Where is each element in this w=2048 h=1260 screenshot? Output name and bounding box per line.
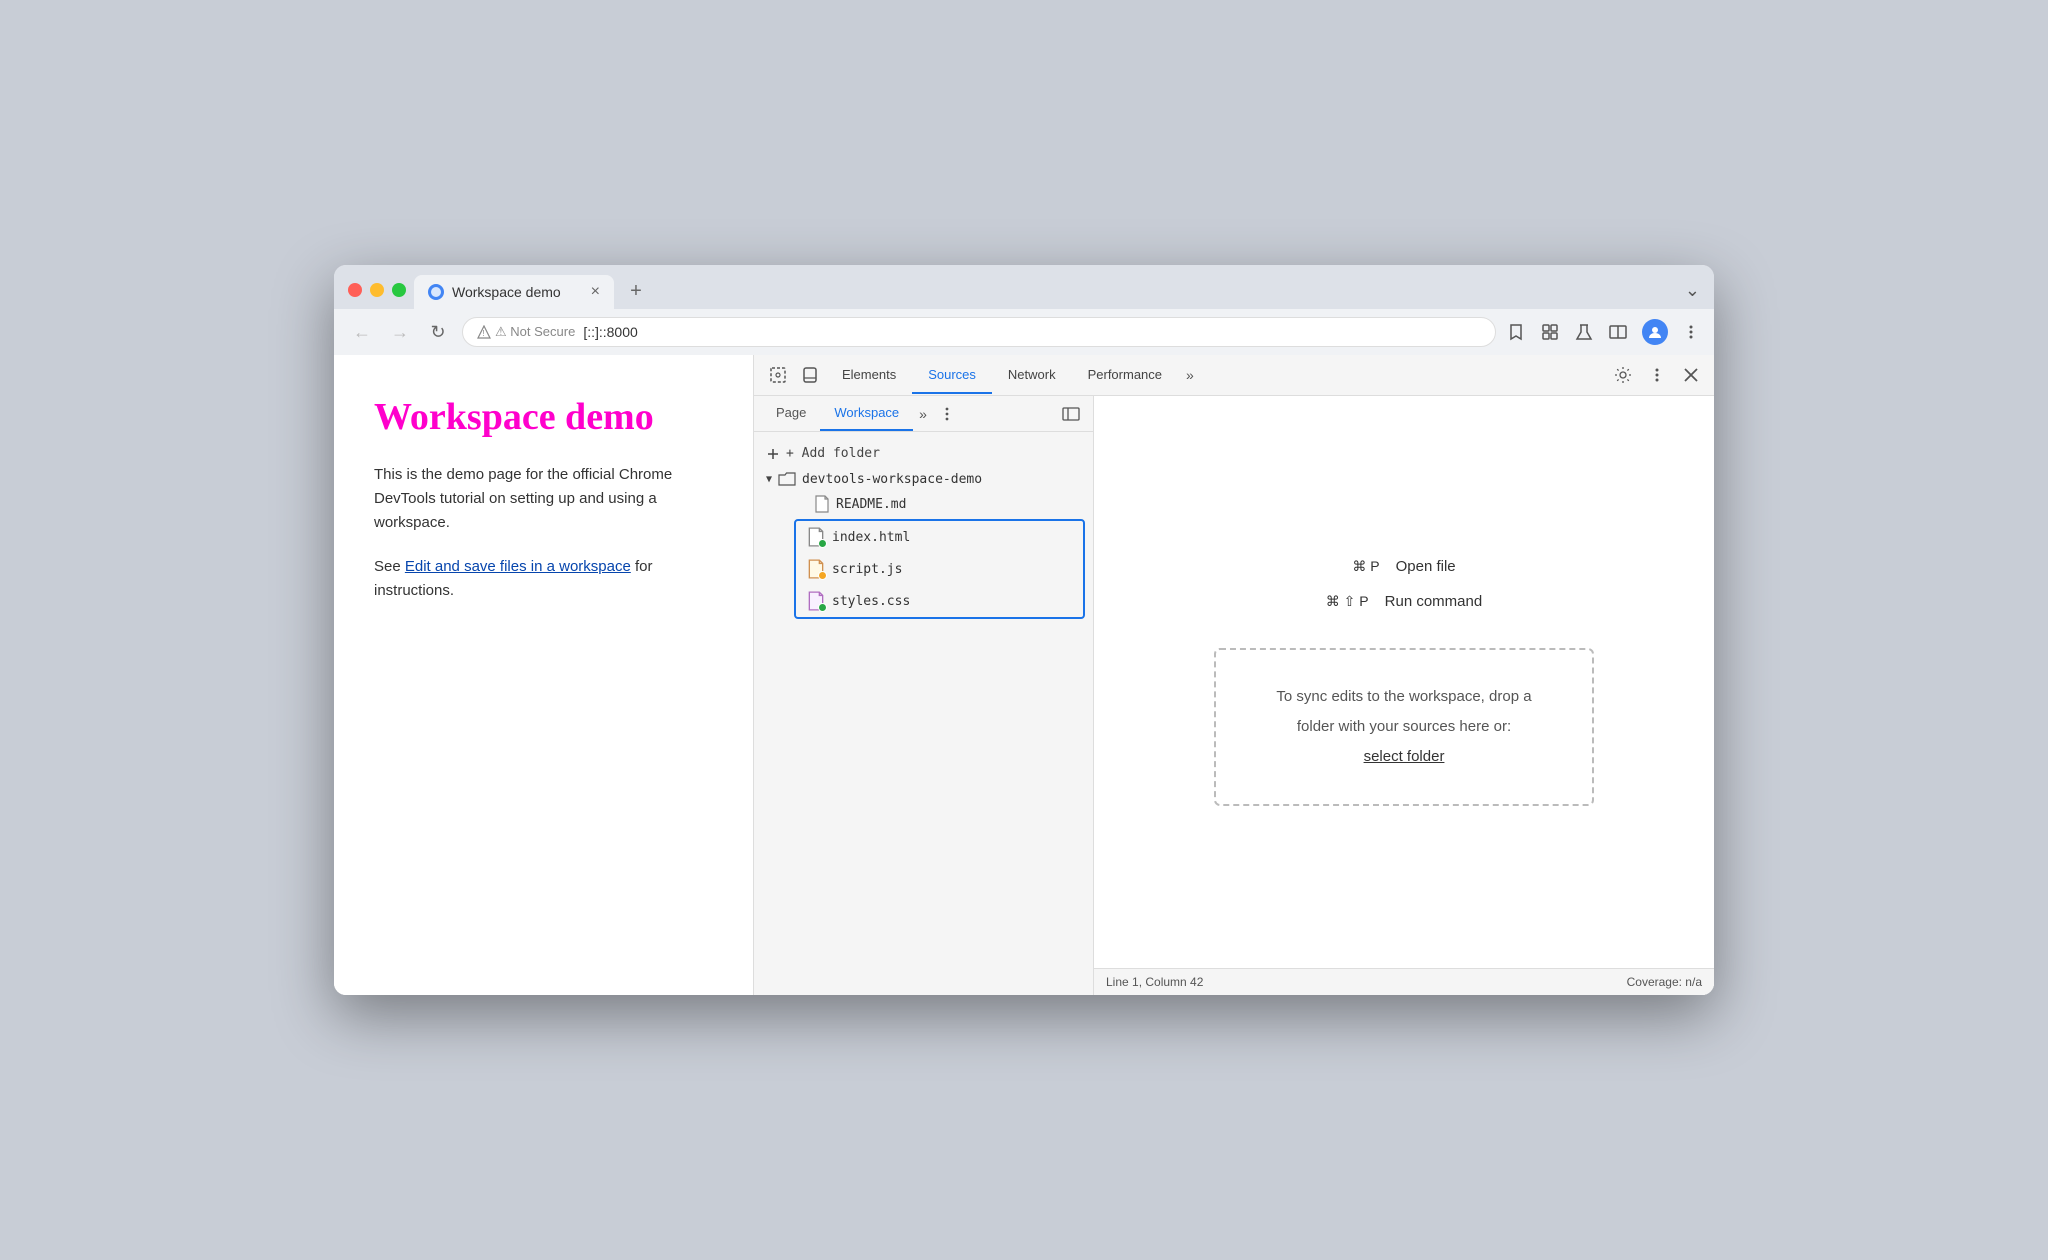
file-readme-name: README.md: [836, 497, 906, 512]
shortcut-open-label: Open file: [1396, 558, 1456, 575]
webpage-content: Workspace demo This is the demo page for…: [334, 355, 754, 995]
inspect-element-icon[interactable]: [762, 355, 794, 395]
sources-statusbar: Line 1, Column 42 Coverage: n/a: [1094, 968, 1714, 995]
sources-right-panel: ⌘ P Open file ⌘ ⇧ P Run command To sync …: [1094, 396, 1714, 995]
forward-button[interactable]: →: [386, 318, 414, 346]
tab-favicon: [428, 284, 444, 300]
devtools-tabs: Elements Sources Network Performance »: [754, 355, 1714, 396]
split-screen-icon[interactable]: [1608, 322, 1628, 342]
maximize-traffic-light[interactable]: [392, 283, 406, 297]
tab-performance[interactable]: Performance: [1072, 357, 1178, 394]
shortcut-run-command: ⌘ ⇧ P Run command: [1326, 593, 1482, 610]
devtools-panel: Elements Sources Network Performance »: [754, 355, 1714, 995]
device-toolbar-icon[interactable]: [794, 355, 826, 395]
back-button[interactable]: ←: [348, 318, 376, 346]
add-folder-button[interactable]: + Add folder: [754, 440, 1093, 467]
title-bar: Workspace demo × + ⌄: [334, 265, 1714, 309]
statusbar-position: Line 1, Column 42: [1106, 975, 1203, 989]
shortcut-open-keys: ⌘ P: [1352, 558, 1379, 575]
subtab-page[interactable]: Page: [762, 396, 820, 431]
shortcut-open-file: ⌘ P Open file: [1352, 558, 1455, 575]
file-index-html[interactable]: index.html: [796, 521, 1083, 553]
folder-chevron: ▼: [766, 474, 772, 485]
file-readme-icon: [814, 495, 830, 513]
page-see-also: See Edit and save files in a workspace f…: [374, 555, 713, 603]
file-js-icon: [806, 558, 826, 580]
close-traffic-light[interactable]: [348, 283, 362, 297]
file-html-name: index.html: [832, 530, 910, 545]
sources-panel-right: [1057, 400, 1085, 428]
select-folder-link[interactable]: select folder: [1364, 748, 1445, 765]
reload-button[interactable]: ↻: [424, 318, 452, 346]
url-text: [::]::8000: [583, 324, 637, 340]
drop-zone[interactable]: To sync edits to the workspace, drop a f…: [1214, 648, 1594, 806]
add-folder-label: + Add folder: [786, 446, 880, 461]
sources-collapse-icon[interactable]: [1057, 400, 1085, 428]
folder-icon: [778, 471, 796, 487]
tab-title: Workspace demo: [452, 284, 561, 300]
sources-more-options[interactable]: [933, 400, 961, 428]
drop-zone-text: To sync edits to the workspace, drop a f…: [1276, 688, 1531, 735]
file-html-icon: [806, 526, 826, 548]
file-js-name: script.js: [832, 562, 902, 577]
devtools-header-right: [1608, 360, 1706, 390]
sources-subtabs: Page Workspace »: [754, 396, 1093, 432]
tab-sources[interactable]: Sources: [912, 357, 992, 394]
file-readme[interactable]: README.md: [754, 491, 1093, 517]
toolbar: ← → ↻ ! ⚠ Not Secure [::]::8000: [334, 309, 1714, 355]
statusbar-coverage: Coverage: n/a: [1627, 975, 1702, 989]
devtools-settings-icon[interactable]: [1608, 360, 1638, 390]
tabs-more-button[interactable]: »: [1178, 357, 1202, 393]
sources-tree: + Add folder ▼ devtools-workspace-demo R…: [754, 432, 1093, 629]
sources-panel: Page Workspace »: [754, 396, 1094, 995]
address-bar[interactable]: ! ⚠ Not Secure [::]::8000: [462, 317, 1496, 347]
browser-window: Workspace demo × + ⌄ ← → ↻ ! ⚠ Not Secur…: [334, 265, 1714, 995]
page-body: This is the demo page for the official C…: [374, 463, 713, 535]
file-group-highlight: index.html script.js: [794, 519, 1085, 619]
tab-network[interactable]: Network: [992, 357, 1072, 394]
toolbar-icons: [1506, 319, 1700, 345]
svg-text:!: !: [482, 329, 484, 338]
tab-list-button[interactable]: ⌄: [1685, 280, 1700, 301]
chrome-menu-icon[interactable]: [1682, 323, 1700, 341]
security-warning: ! ⚠ Not Secure: [477, 324, 575, 340]
workspace-link[interactable]: Edit and save files in a workspace: [405, 558, 631, 575]
tab-close-button[interactable]: ×: [591, 283, 600, 301]
devtools-close-icon[interactable]: [1676, 360, 1706, 390]
subtab-workspace[interactable]: Workspace: [820, 396, 913, 431]
devtools-inner: Page Workspace »: [754, 396, 1714, 995]
file-css-icon: [806, 590, 826, 612]
new-tab-button[interactable]: +: [622, 277, 650, 305]
main-area: Workspace demo This is the demo page for…: [334, 355, 1714, 995]
page-title: Workspace demo: [374, 395, 713, 439]
shortcut-run-label: Run command: [1385, 593, 1483, 610]
minimize-traffic-light[interactable]: [370, 283, 384, 297]
browser-tab[interactable]: Workspace demo ×: [414, 275, 614, 309]
subtabs-more-button[interactable]: »: [913, 397, 933, 431]
tab-elements[interactable]: Elements: [826, 357, 912, 394]
file-script-js[interactable]: script.js: [796, 553, 1083, 585]
shortcut-run-keys: ⌘ ⇧ P: [1326, 593, 1369, 610]
labs-icon[interactable]: [1574, 322, 1594, 342]
workspace-folder[interactable]: ▼ devtools-workspace-demo: [754, 467, 1093, 491]
devtools-more-icon[interactable]: [1642, 360, 1672, 390]
sources-main-area: ⌘ P Open file ⌘ ⇧ P Run command To sync …: [1094, 396, 1714, 968]
bookmark-icon[interactable]: [1506, 322, 1526, 342]
file-styles-css[interactable]: styles.css: [796, 585, 1083, 617]
traffic-lights: [348, 283, 406, 309]
folder-name: devtools-workspace-demo: [802, 472, 982, 487]
extensions-icon[interactable]: [1540, 322, 1560, 342]
file-css-name: styles.css: [832, 594, 910, 609]
profile-avatar[interactable]: [1642, 319, 1668, 345]
